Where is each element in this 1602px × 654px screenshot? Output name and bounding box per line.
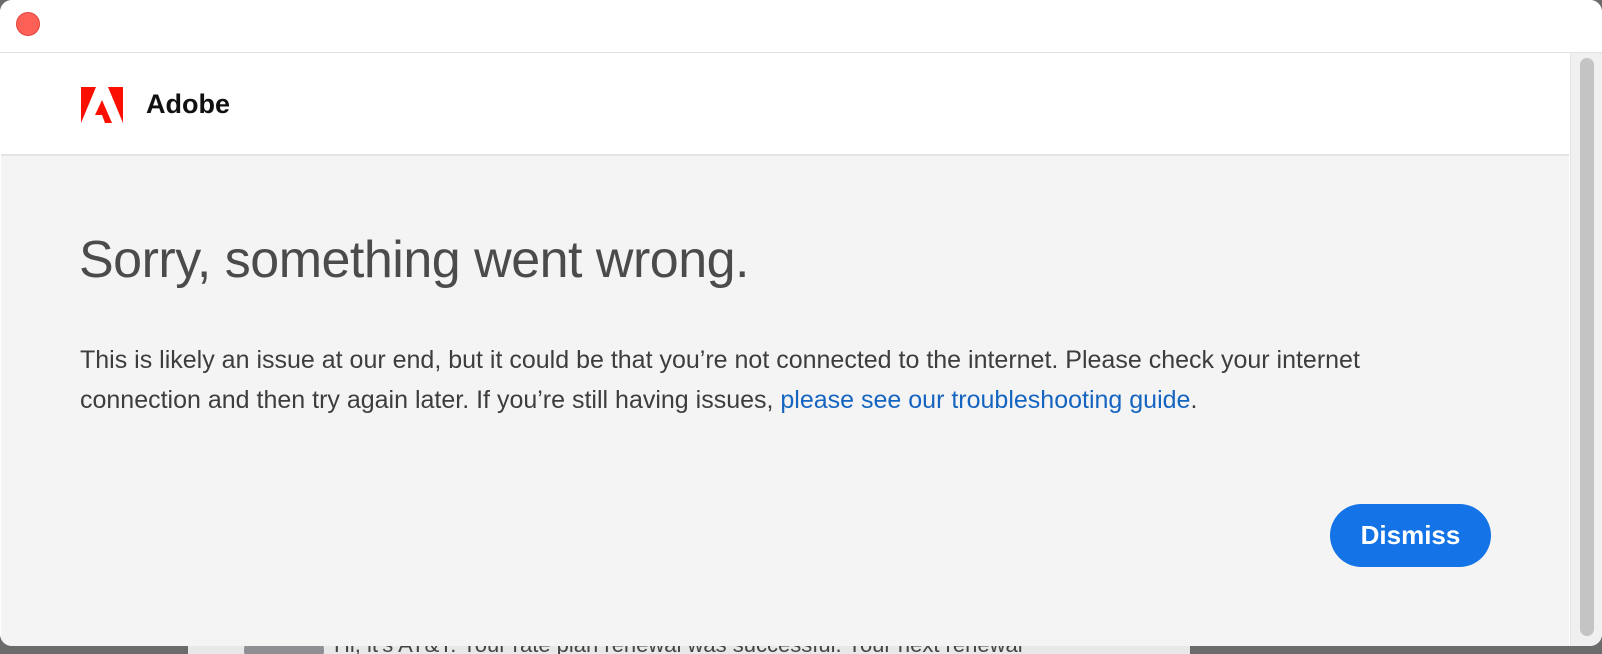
adobe-logo-icon	[81, 87, 123, 123]
scrollbar[interactable]	[1570, 53, 1602, 646]
dialog-content: Adobe Sorry, something went wrong. This …	[1, 53, 1569, 646]
dismiss-button[interactable]: Dismiss	[1330, 504, 1491, 567]
error-message-trailing: .	[1190, 386, 1198, 414]
troubleshooting-guide-link[interactable]: please see our troubleshooting guide	[780, 386, 1190, 414]
close-icon[interactable]	[16, 12, 40, 36]
brand-header: Adobe	[1, 53, 1569, 156]
window-titlebar	[0, 0, 1602, 53]
brand-name: Adobe	[146, 89, 230, 119]
scrollbar-thumb[interactable]	[1580, 58, 1594, 636]
error-headline: Sorry, something went wrong.	[79, 231, 750, 289]
error-dialog-window: Adobe Sorry, something went wrong. This …	[0, 0, 1602, 646]
error-message: This is likely an issue at our end, but …	[80, 340, 1420, 420]
